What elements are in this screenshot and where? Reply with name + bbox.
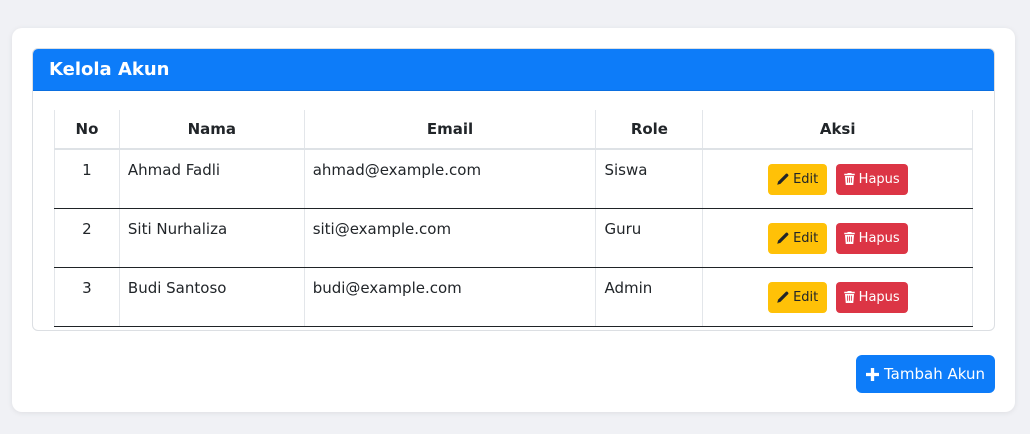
column-header-nama: Nama <box>118 110 305 150</box>
card-header: Kelola Akun <box>33 49 994 91</box>
add-account-label: Tambah Akun <box>884 365 985 383</box>
delete-button[interactable]: Hapus <box>835 163 908 195</box>
pencil-icon <box>776 232 789 245</box>
edit-button-label: Edit <box>793 289 819 305</box>
row-nama: Siti Nurhaliza <box>118 208 305 268</box>
row-email: siti@example.com <box>303 208 597 268</box>
row-role: Admin <box>595 267 704 327</box>
table-row: 1 Ahmad Fadli ahmad@example.com Siswa Ed… <box>54 149 973 209</box>
delete-button-label: Hapus <box>858 230 900 246</box>
edit-button[interactable]: Edit <box>767 222 827 254</box>
edit-button-label: Edit <box>793 230 819 246</box>
table-row: 3 Budi Santoso budi@example.com Admin Ed… <box>54 267 973 327</box>
delete-button-label: Hapus <box>858 289 900 305</box>
column-header-role: Role <box>595 110 704 150</box>
accounts-table: No Nama Email Role Aksi 1 Ahmad Fadli ah… <box>54 110 973 327</box>
row-role: Siswa <box>595 149 704 209</box>
edit-button[interactable]: Edit <box>767 163 827 195</box>
column-header-email: Email <box>303 110 597 150</box>
trash-icon <box>843 232 855 244</box>
column-header-aksi: Aksi <box>702 110 973 150</box>
table-row: 2 Siti Nurhaliza siti@example.com Guru E… <box>54 208 973 268</box>
row-email: ahmad@example.com <box>303 149 597 209</box>
row-actions: Edit Hapus <box>702 208 973 268</box>
row-email: budi@example.com <box>303 267 597 327</box>
edit-button[interactable]: Edit <box>767 281 827 313</box>
row-nama: Budi Santoso <box>118 267 305 327</box>
add-account-button[interactable]: Tambah Akun <box>856 355 995 393</box>
row-role: Guru <box>595 208 704 268</box>
edit-button-label: Edit <box>793 171 819 187</box>
table-header-row: No Nama Email Role Aksi <box>54 110 973 150</box>
row-number: 3 <box>54 267 120 327</box>
row-number: 2 <box>54 208 120 268</box>
card-title: Kelola Akun <box>49 59 170 80</box>
plus-icon <box>866 367 879 381</box>
trash-icon <box>843 291 855 303</box>
delete-button[interactable]: Hapus <box>835 281 908 313</box>
row-nama: Ahmad Fadli <box>118 149 305 209</box>
row-number: 1 <box>54 149 120 209</box>
row-actions: Edit Hapus <box>702 267 973 327</box>
row-actions: Edit Hapus <box>702 149 973 209</box>
delete-button-label: Hapus <box>858 171 900 187</box>
pencil-icon <box>776 173 789 186</box>
column-header-no: No <box>54 110 120 150</box>
pencil-icon <box>776 291 789 304</box>
trash-icon <box>843 173 855 185</box>
delete-button[interactable]: Hapus <box>835 222 908 254</box>
page-container: Kelola Akun No Nama Email Role Aksi 1 Ah… <box>12 28 1015 412</box>
account-card: Kelola Akun No Nama Email Role Aksi 1 Ah… <box>32 48 995 331</box>
